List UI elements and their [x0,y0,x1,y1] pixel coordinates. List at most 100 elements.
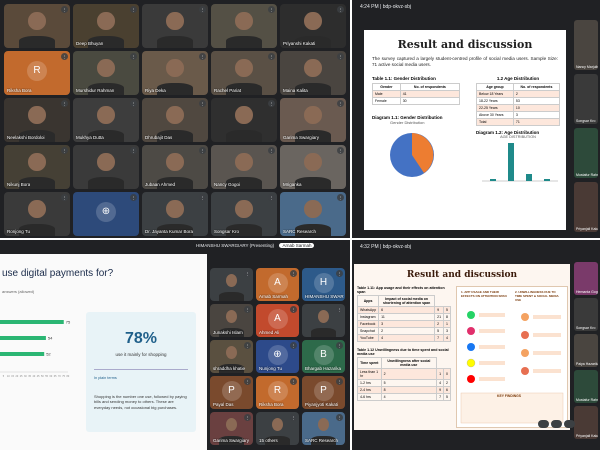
participant-tile[interactable]: A ⋮ Arnab Sarmah [256,268,299,301]
participant-name: Songsar Kro [214,229,240,234]
meeting-code: bdp-okvz-sbj [382,244,412,250]
x-tick-label: 65 [54,375,57,378]
side-participant-tile[interactable]: Hemanta Gogoi [574,262,598,295]
participant-name: Ahmed Ali [259,330,280,335]
participant-tile[interactable]: ⋮ [4,4,70,48]
participant-tile[interactable]: ⋮ Riya Deka [142,51,208,95]
participant-tile[interactable]: ⋮ [210,268,253,301]
participant-video-body [225,129,263,142]
participant-tile[interactable]: ⋮ SARC Research [302,412,345,445]
participant-tile[interactable]: ⋮ [211,98,277,142]
mic-muted-icon: ⋮ [336,342,343,349]
participant-tile[interactable]: ⋮ Mukhya Dutta [73,98,139,142]
avatar: P [313,380,334,401]
slide-control-more[interactable] [564,420,575,428]
participant-video-body [311,327,336,337]
participant-video-head [304,58,322,77]
table-row: Facebook 3 2 1 [356,320,451,328]
participant-tile[interactable]: ⋮ Nancy Gogoi [211,145,277,189]
side-participant-tile[interactable]: Mustafur Rahman [574,128,598,178]
participant-tile[interactable]: ⋮ [211,4,277,48]
participant-tile[interactable]: A ⋮ Ahmed Ali [256,304,299,337]
mic-muted-icon: ⋮ [244,270,251,277]
participant-tile[interactable]: ⋮ Dhrubajit Das [142,98,208,142]
usage-bar-chart: 7554525 10 15 20 25 30 35 40 45 50 55 60 65 70 75 80 [0,320,71,378]
table-header: No. of respondents [512,83,561,91]
participant-tile[interactable]: H ⋮ HIMANSHU SWAR... [302,268,345,301]
age-bar-chart [482,143,558,182]
participant-tile[interactable]: ⋮ Dr. Jayanta Kumar Bora [142,192,208,236]
participant-tile[interactable]: ⋮ [302,304,345,337]
participant-tile[interactable]: ⋮ Neelakshi Bordoloi [4,98,70,142]
side-participant-tile[interactable]: Paiya Hazarika [574,334,598,367]
participant-video-head [166,152,184,171]
participant-tile[interactable]: R ⋮ Riksha Bora [256,376,299,409]
slide-control-next[interactable] [551,420,562,428]
table-cell: 8 [443,313,451,321]
participant-tile[interactable]: ⋮ Ronjong Tu [4,192,70,236]
age-table: Age group No. of respondents Below 18 Year… [476,83,561,126]
participant-name: Murshidur Rahman [76,88,115,93]
participant-video-head [225,345,238,360]
participant-tile[interactable]: ⋮ Jubaan Ahmed [142,145,208,189]
table-cell: 71 [512,118,561,126]
table-header: Gender [372,83,401,91]
participant-tile[interactable]: ⊕ ⋮ [73,192,139,236]
mic-muted-icon: ⋮ [199,194,206,201]
participant-tile[interactable]: ⋮ Deep Bhuyan [73,4,139,48]
participant-tile[interactable]: ⋮ shraddha khatie [210,340,253,373]
participant-name: Deep Bhuyan [76,41,104,46]
participant-tile[interactable]: ⊕ ⋮ Nunjong Tu [256,340,299,373]
slide-control-prev[interactable] [538,420,549,428]
table-cell: 2 [380,368,438,380]
mic-muted-icon: ⋮ [290,270,297,277]
participant-tile[interactable]: ⋮ Mriganka [280,145,346,189]
participant-tile[interactable]: P ⋮ Payal Das [210,376,253,409]
side-participant-tile[interactable]: Songsar Kro [574,298,598,331]
participant-video-head [166,199,184,218]
table-cell: Below 18 Years [476,90,514,98]
participant-tile[interactable]: ⋮ Nikunj Bora [4,145,70,189]
avatar: A [267,272,288,293]
participant-tile[interactable]: ⋮ Garima Swargiary [210,412,253,445]
insight-title: In plain terms [94,375,117,380]
participant-video-body [156,35,194,48]
table-header: No. of respondents [399,83,461,91]
participant-tile[interactable]: B ⋮ Bhargab Hazarika [302,340,345,373]
participant-tile[interactable]: ⋮ SARC Research [280,192,346,236]
participant-tile[interactable]: ⋮ 15 others [256,412,299,445]
participant-name: shraddha khatie [213,366,246,371]
participant-tile[interactable]: ⋮ Junakshi Islam [210,304,253,337]
participant-tile[interactable]: ⋮ Murshidur Rahman [73,51,139,95]
avatar: ⊕ [96,202,116,222]
participant-video-body [18,35,56,48]
participant-tile[interactable]: ⋮ Garima Swargiary [280,98,346,142]
mic-muted-icon: ⋮ [337,147,344,154]
side-participant-tile[interactable]: Songsar Kro [574,74,598,124]
participant-tile[interactable]: ⋮ Maina Kalita [280,51,346,95]
table-cell: 2-4 hrs [357,386,382,394]
participant-video-head [166,105,184,124]
slide: Result and discussion The survey capture… [364,30,566,230]
participant-tile[interactable]: ⋮ Rachel Pariat [211,51,277,95]
side-participant-tile[interactable]: Priyanjali Kakati [574,182,598,232]
side-participant-tile[interactable]: Mustafur Rahman [574,370,598,403]
meeting-grid-top-left: ⋮ ⋮ Deep Bhuyan ⋮ ⋮ ⋮ Priyanshi Kakati R ⋮ Riksha… [0,0,350,238]
bar-above-30 [544,179,550,181]
infographic-graphics [460,311,564,424]
side-participant-tile[interactable]: Priyanjali Kakati [574,406,598,439]
participant-tile[interactable]: ⋮ [142,4,208,48]
participant-tile[interactable]: P ⋮ Piyanjyoti Kakati [302,376,345,409]
side-participant-tile[interactable]: Nancy Marjulina [574,20,598,70]
participant-tile[interactable]: ⋮ [73,145,139,189]
mic-muted-icon: ⋮ [290,414,297,421]
participant-tile[interactable]: R ⋮ Riksha Bora [4,51,70,95]
participant-tile[interactable]: ⋮ Songsar Kro [211,192,277,236]
participant-name: Riya Deka [145,88,166,93]
mic-muted-icon: ⋮ [336,306,343,313]
mic-muted-icon: ⋮ [244,414,251,421]
table-header: Apps [356,295,380,307]
participant-tile[interactable]: ⋮ Priyanshi Kakati [280,4,346,48]
table-cell: 7 [436,393,445,401]
table-header: Time spent [357,357,382,369]
